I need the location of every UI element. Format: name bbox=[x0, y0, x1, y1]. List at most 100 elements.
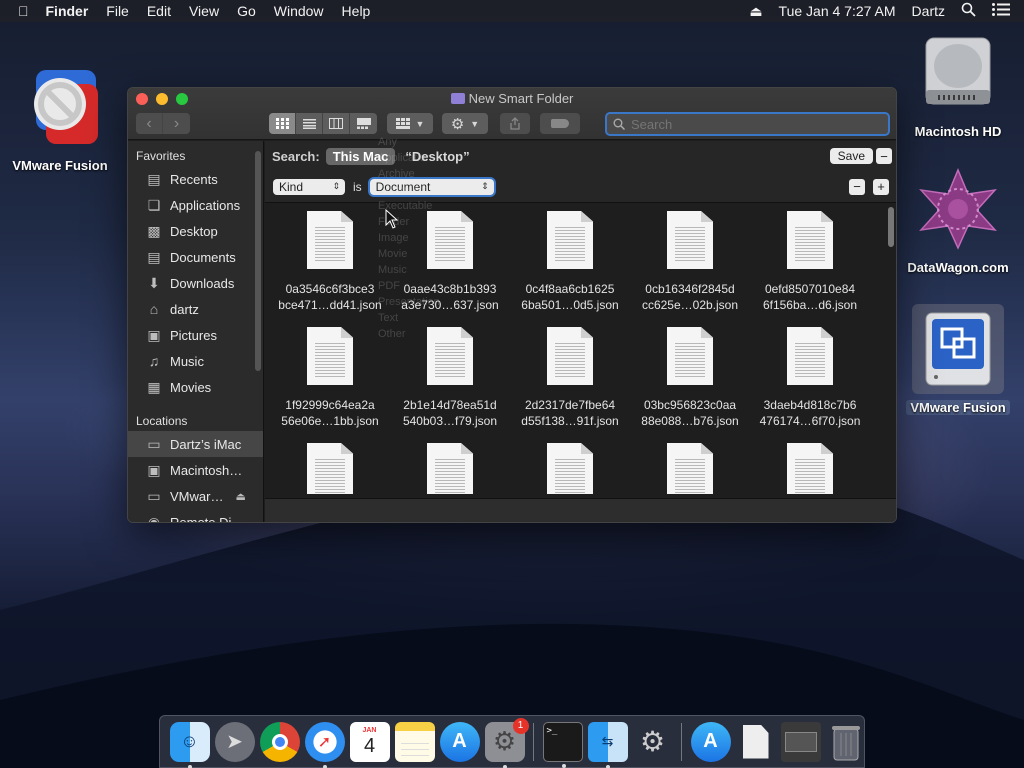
file-name: 0efd8507010e84 6f156ba…d6.json bbox=[750, 281, 870, 313]
kind-menu-item[interactable]: Presentation bbox=[378, 294, 448, 310]
sidebar-item-vmware[interactable]: ▭ VMwar… ⏏ bbox=[128, 483, 263, 509]
dock-safari[interactable]: ➚ bbox=[304, 721, 345, 768]
menu-app-finder[interactable]: Finder bbox=[37, 3, 98, 19]
dock-trash[interactable] bbox=[826, 722, 866, 762]
content-scrollbar[interactable] bbox=[888, 207, 894, 247]
list-view-button[interactable] bbox=[296, 113, 323, 134]
search-input[interactable] bbox=[625, 116, 855, 132]
tags-button[interactable] bbox=[540, 113, 580, 134]
file-name: 03bc956823c0aa 88e088…b76.json bbox=[630, 397, 750, 429]
sidebar-item-home[interactable]: ⌂ dartz bbox=[128, 296, 263, 322]
kind-menu-item[interactable]: Document bbox=[378, 182, 448, 198]
icon-view-button[interactable] bbox=[269, 113, 296, 134]
file-item[interactable]: 2b1e14d78ea51d 540b03…f79.json bbox=[390, 327, 510, 429]
desktop-item-macintosh-hd[interactable]: Macintosh HD bbox=[904, 32, 1012, 139]
kind-menu-item[interactable]: Other bbox=[378, 326, 448, 342]
dock-automator[interactable]: ⚙ bbox=[633, 722, 673, 762]
kind-menu-item[interactable]: Movie bbox=[378, 246, 448, 262]
json-document-icon bbox=[787, 443, 833, 494]
sidebar-item-macintosh-hd[interactable]: ▣ Macintosh… bbox=[128, 457, 263, 483]
kind-menu-item[interactable]: Image bbox=[378, 230, 448, 246]
menu-edit[interactable]: Edit bbox=[138, 3, 180, 19]
menu-file[interactable]: File bbox=[97, 3, 138, 19]
apple-menu-icon[interactable]:  bbox=[0, 3, 37, 19]
file-item[interactable]: 0c4f8aa6cb1625 6ba501…0d5.json bbox=[510, 211, 630, 313]
file-item[interactable]: 3daeb4d818c7b6 476174…6f70.json bbox=[750, 327, 870, 429]
dock-launchpad[interactable]: ➤ bbox=[214, 721, 255, 762]
menu-help[interactable]: Help bbox=[333, 3, 380, 19]
forward-button[interactable]: › bbox=[163, 113, 190, 134]
app-store-icon: A bbox=[703, 730, 718, 752]
dock-terminal[interactable]: >_ bbox=[542, 721, 583, 768]
file-name-line-1: 0a3546c6f3bce3 bbox=[285, 282, 375, 296]
add-criterion-button[interactable]: + bbox=[873, 178, 889, 195]
remove-search-button[interactable]: − bbox=[876, 148, 892, 164]
kind-menu-item[interactable]: Music bbox=[378, 262, 448, 278]
sidebar-item-documents[interactable]: ▤ Documents bbox=[128, 244, 263, 270]
menu-clock[interactable]: Tue Jan 4 7:27 AM bbox=[771, 3, 904, 19]
dock-app-store[interactable]: A bbox=[439, 721, 480, 762]
file-item[interactable]: 2d2317de7fbe64 d55f138…91f.json bbox=[510, 327, 630, 429]
datawagon-star-icon bbox=[919, 168, 997, 250]
sidebar-item-remote-disc[interactable]: ◉ Remote Di… bbox=[128, 509, 263, 523]
file-item[interactable] bbox=[510, 443, 630, 494]
spotlight-icon[interactable] bbox=[953, 2, 984, 20]
kind-menu-item[interactable]: PDF bbox=[378, 278, 448, 294]
sidebar-item-imac[interactable]: ▭ Dartz’s iMac bbox=[128, 431, 263, 457]
file-item[interactable] bbox=[270, 443, 390, 494]
dock-system-preferences[interactable]: ⚙ 1 bbox=[484, 717, 529, 768]
kind-menu-item[interactable]: Application bbox=[378, 150, 448, 166]
back-button[interactable]: ‹ bbox=[136, 113, 163, 134]
search-field[interactable] bbox=[605, 112, 890, 136]
desktop-item-datawagon[interactable]: DataWagon.com bbox=[904, 168, 1012, 275]
file-item[interactable] bbox=[390, 443, 510, 494]
attribute-popup[interactable]: Kind ⇕ bbox=[273, 178, 345, 195]
menu-go[interactable]: Go bbox=[228, 3, 265, 19]
dock-downloads-stack[interactable] bbox=[780, 721, 821, 762]
compass-icon: ➚ bbox=[317, 733, 332, 751]
sidebar-scrollbar[interactable] bbox=[255, 151, 261, 371]
save-button[interactable]: Save bbox=[829, 148, 873, 164]
dock-documents-stack[interactable] bbox=[736, 722, 776, 762]
action-menu-button[interactable]: ⚙ ▼ bbox=[442, 113, 488, 134]
dock-chrome[interactable] bbox=[259, 721, 300, 762]
column-view-button[interactable] bbox=[323, 113, 350, 134]
desktop-item-vmware-fusion-volume[interactable]: VMware Fusion bbox=[904, 304, 1012, 415]
file-item[interactable] bbox=[750, 443, 870, 494]
gallery-view-button[interactable] bbox=[350, 113, 377, 134]
file-item[interactable]: 0cb16346f2845d cc625e…02b.json bbox=[630, 211, 750, 313]
file-item[interactable]: 0a3546c6f3bce3 bce471…dd41.json bbox=[270, 211, 390, 313]
menu-view[interactable]: View bbox=[180, 3, 228, 19]
dock-finder[interactable]: ☺ bbox=[169, 721, 210, 768]
file-item[interactable]: 1f92999c64ea2a 56e06e…1bb.json bbox=[270, 327, 390, 429]
file-item[interactable] bbox=[630, 443, 750, 494]
dock-notes[interactable] bbox=[394, 721, 435, 762]
kind-menu-item[interactable]: Any bbox=[378, 134, 448, 150]
notification-center-icon[interactable] bbox=[984, 3, 1024, 19]
sidebar-item-movies[interactable]: ▦ Movies bbox=[128, 374, 263, 400]
share-button[interactable] bbox=[500, 113, 530, 134]
menu-user[interactable]: Dartz bbox=[904, 3, 953, 19]
remove-criterion-button[interactable]: − bbox=[849, 178, 865, 195]
file-name-line-1: 0cb16346f2845d bbox=[645, 282, 735, 296]
kind-menu-item[interactable]: Archive bbox=[378, 166, 448, 182]
desktop-item-vmware-fusion-app[interactable]: VMware Fusion bbox=[6, 68, 114, 173]
menu-window[interactable]: Window bbox=[265, 3, 333, 19]
dock-applications-folder[interactable]: A bbox=[690, 721, 731, 762]
sidebar-item-downloads[interactable]: ⬇ Downloads bbox=[128, 270, 263, 296]
file-item[interactable]: 0efd8507010e84 6f156ba…d6.json bbox=[750, 211, 870, 313]
sidebar-item-desktop[interactable]: ▩ Desktop bbox=[128, 218, 263, 244]
sidebar-item-pictures[interactable]: ▣ Pictures bbox=[128, 322, 263, 348]
document-icon bbox=[742, 724, 769, 759]
sidebar-item-music[interactable]: ♫ Music bbox=[128, 348, 263, 374]
migration-icon: ⇆ bbox=[601, 733, 614, 749]
eject-icon[interactable]: ⏏ bbox=[235, 490, 245, 503]
sidebar-item-applications[interactable]: ❏ Applications bbox=[128, 192, 263, 218]
sidebar-item-recents[interactable]: ▤ Recents bbox=[128, 166, 263, 192]
dock-migration-assistant[interactable]: ⇆ bbox=[587, 721, 628, 768]
dock-calendar[interactable]: JAN 4 bbox=[349, 721, 390, 762]
eject-menu-icon[interactable]: ⏏ bbox=[741, 3, 770, 20]
group-by-button[interactable]: ▼ bbox=[387, 113, 433, 134]
file-item[interactable]: 03bc956823c0aa 88e088…b76.json bbox=[630, 327, 750, 429]
kind-menu-item[interactable]: Text bbox=[378, 310, 448, 326]
